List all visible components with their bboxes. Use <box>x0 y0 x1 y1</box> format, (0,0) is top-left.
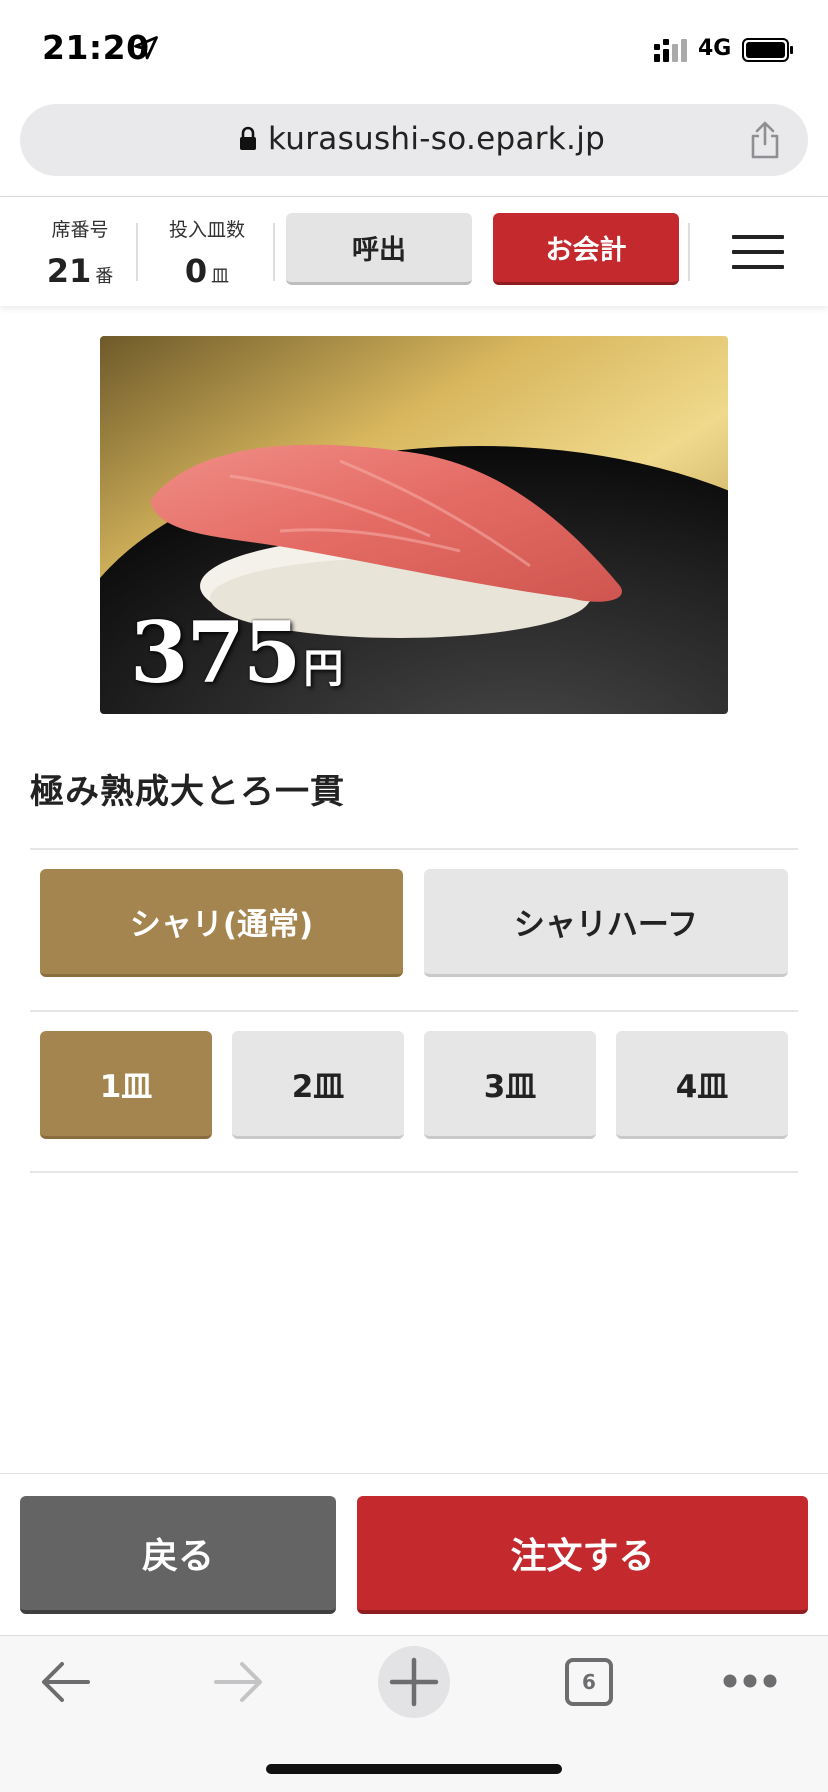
product-image: 375 円 <box>100 336 728 714</box>
product-name: 極み熟成大とろ一貫 <box>30 772 345 812</box>
quantity-option-4[interactable]: 4皿 <box>616 1031 788 1139</box>
signal-icon <box>654 39 687 62</box>
seat-label: 席番号 <box>51 219 109 241</box>
divider <box>688 223 690 281</box>
order-button[interactable]: 注文する <box>357 1496 808 1614</box>
status-bar: 21:20 4G <box>0 0 828 100</box>
lock-icon <box>240 126 256 150</box>
divider <box>136 223 138 281</box>
forward-arrow-icon[interactable] <box>212 1658 266 1706</box>
rice-option-normal[interactable]: シャリ(通常) <box>40 869 403 977</box>
url-bar[interactable]: kurasushi-so.epark.jp <box>20 104 808 176</box>
checkout-button[interactable]: お会計 <box>493 213 679 285</box>
divider <box>30 1171 798 1173</box>
seat-info: 席番号 21 番 <box>30 215 130 290</box>
location-arrow-icon <box>134 36 158 60</box>
plates-unit: 皿 <box>211 266 230 287</box>
back-button[interactable]: 戻る <box>20 1496 336 1614</box>
quantity-option-3[interactable]: 3皿 <box>424 1031 596 1139</box>
price-overlay: 375 円 <box>130 603 343 702</box>
rice-option-half[interactable]: シャリハーフ <box>424 869 788 977</box>
tabs-icon[interactable]: 6 <box>565 1658 613 1706</box>
plates-label: 投入皿数 <box>168 219 245 241</box>
seat-unit: 番 <box>95 266 114 287</box>
share-icon[interactable] <box>748 120 782 160</box>
back-arrow-icon[interactable] <box>38 1658 92 1706</box>
network-type: 4G <box>698 36 732 61</box>
plus-icon <box>389 1657 439 1707</box>
url-text: kurasushi-so.epark.jp <box>268 121 606 157</box>
plate-info: 投入皿数 0皿 <box>160 215 254 290</box>
action-bar: 戻る 注文する <box>0 1473 828 1635</box>
home-indicator <box>266 1764 562 1774</box>
hamburger-menu-icon[interactable] <box>732 235 784 269</box>
divider <box>30 848 798 850</box>
battery-icon <box>742 38 793 62</box>
divider <box>30 1010 798 1012</box>
price-value: 375 <box>130 603 301 702</box>
call-staff-button[interactable]: 呼出 <box>286 213 472 285</box>
divider <box>273 223 275 281</box>
price-unit: 円 <box>303 645 344 692</box>
quantity-option-1[interactable]: 1皿 <box>40 1031 212 1139</box>
new-tab-button[interactable] <box>378 1646 450 1718</box>
plates-count: 0 <box>184 252 208 290</box>
quantity-option-2[interactable]: 2皿 <box>232 1031 404 1139</box>
order-header: 席番号 21 番 投入皿数 0皿 呼出 お会計 <box>0 196 828 306</box>
seat-number: 21 <box>46 252 92 290</box>
more-icon[interactable] <box>722 1672 778 1690</box>
